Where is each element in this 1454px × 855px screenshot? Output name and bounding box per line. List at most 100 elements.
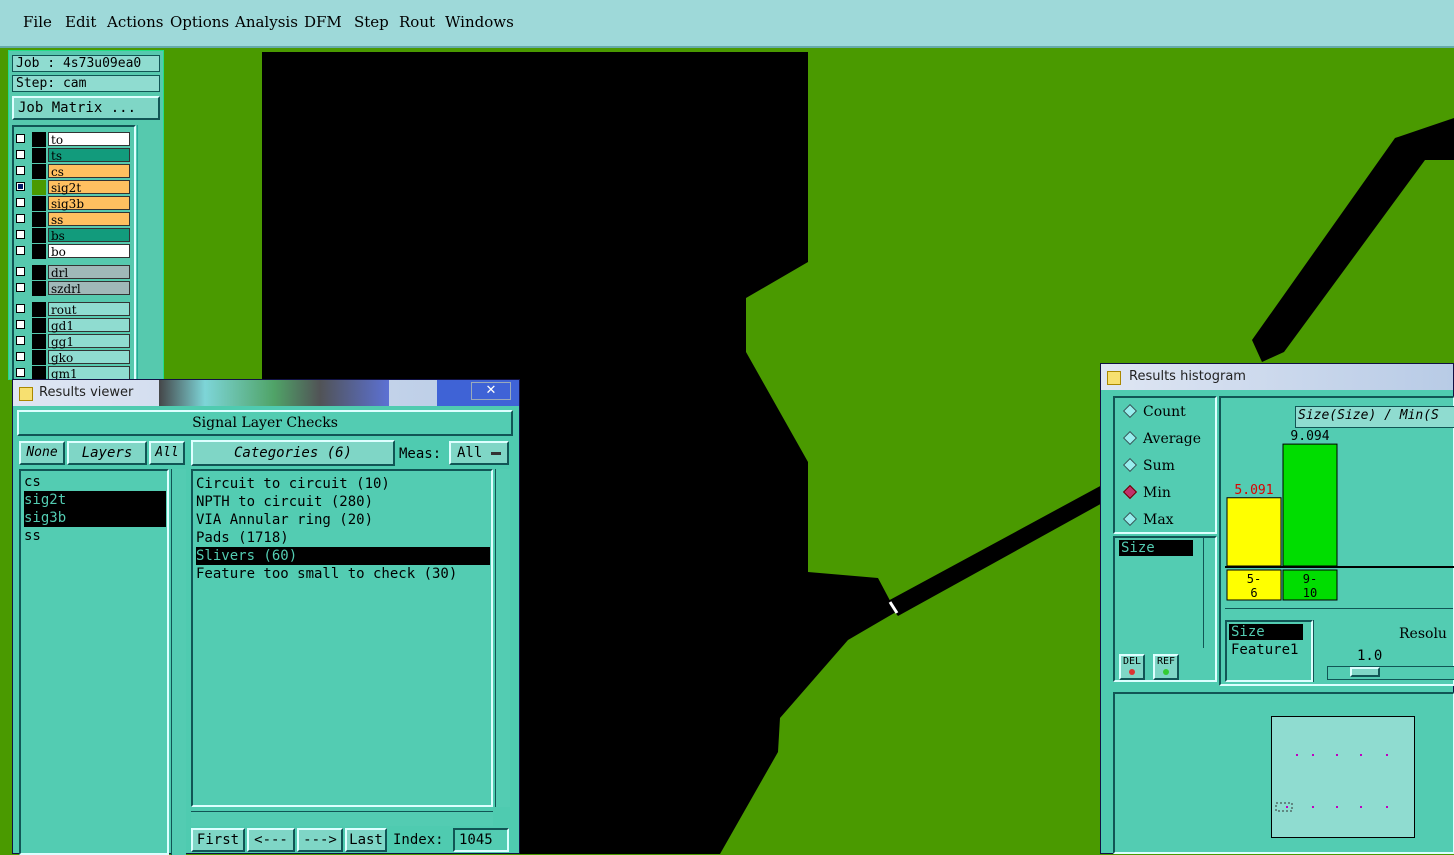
attribute-list-2[interactable]: Size Feature1 <box>1225 620 1313 682</box>
layer-name[interactable]: sig2t <box>48 180 130 195</box>
category-item[interactable]: VIA Annular ring (20) <box>196 511 490 529</box>
layer-row-drl[interactable]: drl <box>14 265 132 280</box>
layers-list-item[interactable]: sig3b <box>24 509 166 527</box>
layer-row-szdrl[interactable]: szdrl <box>14 281 132 296</box>
layer-name[interactable]: ss <box>48 212 130 227</box>
layer-name[interactable]: rout <box>48 302 130 317</box>
menu-actions[interactable]: Actions <box>107 13 163 31</box>
layer-row-bo[interactable]: bo <box>14 244 132 259</box>
categories-hscrollbar[interactable] <box>191 811 493 826</box>
layer-name[interactable]: bs <box>48 228 130 243</box>
layer-row-to[interactable]: to <box>14 132 132 147</box>
next-button[interactable]: ---> <box>297 828 343 852</box>
menu-options[interactable]: Options <box>170 13 229 31</box>
layer-name[interactable]: gd1 <box>48 318 130 333</box>
layer-row-bs[interactable]: bs <box>14 228 132 243</box>
layer-color-chip[interactable] <box>32 212 46 227</box>
layer-checkbox[interactable] <box>16 214 25 223</box>
histogram-bar[interactable] <box>1282 443 1338 567</box>
mode-radio-count[interactable]: Count <box>1122 403 1186 420</box>
menu-file[interactable]: File <box>23 13 52 31</box>
layer-row-rout[interactable]: rout <box>14 302 132 317</box>
histogram-hscrollbar[interactable] <box>1225 608 1453 619</box>
layer-name[interactable]: gm1 <box>48 366 130 381</box>
menu-rout[interactable]: Rout <box>399 13 435 31</box>
menu-analysis[interactable]: Analysis <box>235 13 298 31</box>
mode-radio-max[interactable]: Max <box>1122 511 1174 528</box>
layers-list-item[interactable]: cs <box>24 473 166 491</box>
categories-button[interactable]: Categories (6) <box>191 440 395 466</box>
category-item[interactable]: Slivers (60) <box>196 547 490 565</box>
attribute-list-2-item[interactable]: Size <box>1229 624 1303 640</box>
menu-edit[interactable]: Edit <box>65 13 96 31</box>
layer-color-chip[interactable] <box>32 265 46 280</box>
layer-name[interactable]: gko <box>48 350 130 365</box>
resolution-slider-handle[interactable] <box>1350 667 1380 677</box>
layer-color-chip[interactable] <box>32 148 46 163</box>
layer-color-chip[interactable] <box>32 318 46 333</box>
prev-button[interactable]: <--- <box>247 828 295 852</box>
layer-color-chip[interactable] <box>32 244 46 259</box>
menu-windows[interactable]: Windows <box>445 13 514 31</box>
layer-name[interactable]: ts <box>48 148 130 163</box>
layer-checkbox[interactable] <box>16 198 25 207</box>
attribute-list-scrollbar[interactable] <box>1203 538 1216 648</box>
layer-color-chip[interactable] <box>32 350 46 365</box>
layer-name[interactable]: to <box>48 132 130 147</box>
resolution-slider[interactable] <box>1327 666 1454 680</box>
layer-row-gg1[interactable]: gg1 <box>14 334 132 349</box>
index-input[interactable]: 1045 <box>453 828 509 852</box>
layer-checkbox[interactable] <box>16 230 25 239</box>
layer-checkbox[interactable] <box>16 166 25 175</box>
histogram-bar[interactable] <box>1226 497 1282 567</box>
layer-name[interactable]: szdrl <box>48 281 130 296</box>
layer-checkbox[interactable] <box>16 134 25 143</box>
categories-list[interactable]: Circuit to circuit (10) NPTH to circuit (… <box>191 469 493 807</box>
layer-checkbox[interactable] <box>16 368 25 377</box>
category-item[interactable]: NPTH to circuit (280) <box>196 493 490 511</box>
layer-name[interactable]: drl <box>48 265 130 280</box>
mode-radio-sum[interactable]: Sum <box>1122 457 1175 474</box>
layer-checkbox[interactable] <box>16 246 25 255</box>
menu-dfm[interactable]: DFM <box>304 13 342 31</box>
layer-color-chip[interactable] <box>32 132 46 147</box>
last-button[interactable]: Last <box>345 828 387 852</box>
results-histogram-titlebar[interactable]: Results histogram <box>1101 364 1453 390</box>
layer-checkbox[interactable] <box>16 320 25 329</box>
menu-step[interactable]: Step <box>354 13 389 31</box>
layer-checkbox[interactable] <box>16 267 25 276</box>
layer-color-chip[interactable] <box>32 281 46 296</box>
layer-row-ss[interactable]: ss <box>14 212 132 227</box>
layer-row-gko[interactable]: gko <box>14 350 132 365</box>
attribute-list[interactable]: Size DEL REF <box>1113 536 1217 682</box>
layer-checkbox[interactable] <box>16 304 25 313</box>
layer-row-ts[interactable]: ts <box>14 148 132 163</box>
layer-row-gd1[interactable]: gd1 <box>14 318 132 333</box>
mode-radio-min[interactable]: Min <box>1122 484 1171 501</box>
layers-list-item[interactable]: sig2t <box>24 491 166 509</box>
layers-list-scrollbar[interactable] <box>171 469 186 855</box>
layer-checkbox[interactable] <box>16 352 25 361</box>
attribute-list-2-scrollbar[interactable] <box>1313 620 1326 682</box>
layer-name[interactable]: cs <box>48 164 130 179</box>
del-button[interactable]: DEL <box>1119 654 1145 680</box>
layer-color-chip[interactable] <box>32 164 46 179</box>
none-button[interactable]: None <box>19 441 65 465</box>
layers-list-item[interactable]: ss <box>24 527 166 545</box>
all-button[interactable]: All <box>149 441 185 465</box>
close-icon[interactable]: ✕ <box>471 382 511 400</box>
mode-radio-average[interactable]: Average <box>1122 430 1201 447</box>
layer-color-chip[interactable] <box>32 228 46 243</box>
layer-row-sig2t[interactable]: sig2t <box>14 180 132 195</box>
layer-checkbox[interactable] <box>16 150 25 159</box>
category-item[interactable]: Circuit to circuit (10) <box>196 475 490 493</box>
layer-name[interactable]: gg1 <box>48 334 130 349</box>
layer-checkbox[interactable] <box>16 182 25 191</box>
layer-name[interactable]: sig3b <box>48 196 130 211</box>
layer-list-scrollbar[interactable] <box>137 125 162 381</box>
category-item[interactable]: Feature too small to check (30) <box>196 565 490 583</box>
layer-row-sig3b[interactable]: sig3b <box>14 196 132 211</box>
layer-color-chip[interactable] <box>32 302 46 317</box>
job-matrix-button[interactable]: Job Matrix ... <box>12 96 160 120</box>
layers-list[interactable]: cs sig2t sig3b ss <box>19 469 169 855</box>
